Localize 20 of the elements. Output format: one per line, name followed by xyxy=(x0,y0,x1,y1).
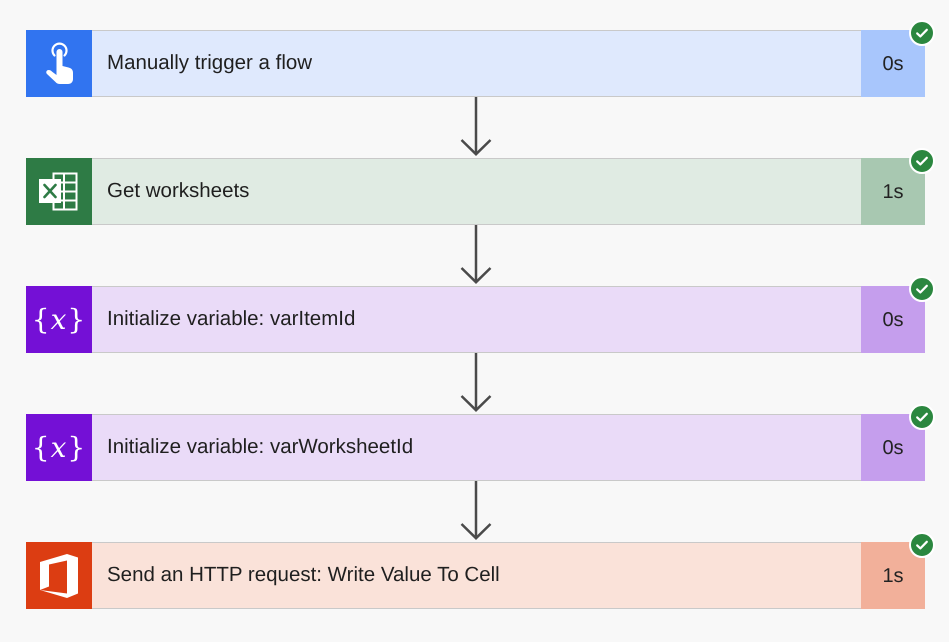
step-title: Manually trigger a flow xyxy=(106,50,314,76)
step-title: Initialize variable: varItemId xyxy=(106,306,356,332)
flow-step-card[interactable]: Manually trigger a flow 0s xyxy=(26,30,925,97)
flow-step-card[interactable]: Send an HTTP request: Write Value To Cell 1s xyxy=(26,542,925,609)
duration-panel: 1s xyxy=(861,542,925,609)
duration-panel: 0s xyxy=(861,30,925,97)
duration-panel: 0s xyxy=(861,414,925,481)
duration-panel: 0s xyxy=(861,286,925,353)
tap-finger-icon xyxy=(26,30,92,97)
flow-step-card[interactable]: {x} Initialize variable: varWorksheetId 0s xyxy=(26,414,925,481)
logo-icon xyxy=(26,542,92,609)
spreadsheet-icon xyxy=(26,158,92,225)
flow-step-card[interactable]: Get worksheets 1s xyxy=(26,158,925,225)
step-title: Send an HTTP request: Write Value To Cell xyxy=(106,562,501,588)
duration-panel: 1s xyxy=(861,158,925,225)
variable-icon: {x} xyxy=(26,286,92,353)
step-title: Get worksheets xyxy=(106,178,250,204)
flow-step-card[interactable]: {x} Initialize variable: varItemId 0s xyxy=(26,286,925,353)
step-title: Initialize variable: varWorksheetId xyxy=(106,434,414,460)
variable-icon: {x} xyxy=(26,414,92,481)
